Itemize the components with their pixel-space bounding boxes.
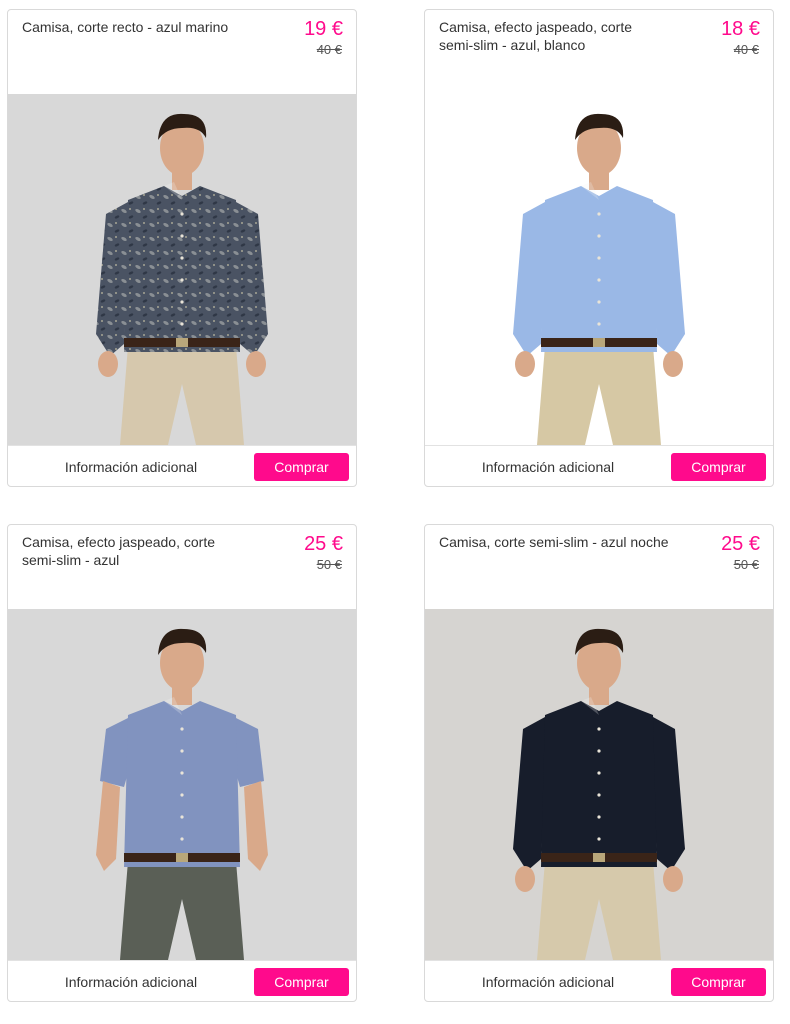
card-header: Camisa, corte recto - azul marino 19 € 4…: [8, 10, 356, 94]
product-title[interactable]: Camisa, corte semi-slim - azul noche: [439, 533, 669, 551]
product-image[interactable]: [8, 609, 356, 960]
more-info-link[interactable]: Información adicional: [8, 458, 254, 476]
model-photo: [425, 94, 773, 445]
card-footer: Información adicional Comprar: [8, 445, 356, 486]
product-image[interactable]: [425, 609, 773, 960]
card-footer: Información adicional Comprar: [8, 960, 356, 1001]
card-header: Camisa, corte semi-slim - azul noche 25 …: [425, 525, 773, 609]
product-card: Camisa, corte recto - azul marino 19 € 4…: [7, 9, 357, 487]
product-price: 19 €: [304, 18, 343, 40]
buy-button[interactable]: Comprar: [671, 453, 766, 481]
more-info-link[interactable]: Información adicional: [425, 973, 671, 991]
buy-button[interactable]: Comprar: [254, 968, 349, 996]
buy-button[interactable]: Comprar: [254, 453, 349, 481]
buy-button[interactable]: Comprar: [671, 968, 766, 996]
card-header: Camisa, efecto jaspeado, corte semi-slim…: [425, 10, 773, 94]
product-image[interactable]: [425, 94, 773, 445]
product-price: 18 €: [721, 18, 760, 40]
model-photo: [8, 609, 356, 960]
model-photo: [8, 94, 356, 445]
product-title[interactable]: Camisa, corte recto - azul marino: [22, 18, 252, 36]
product-old-price: 50 €: [316, 557, 342, 572]
product-title[interactable]: Camisa, efecto jaspeado, corte semi-slim…: [439, 18, 669, 54]
model-photo: [425, 609, 773, 960]
card-footer: Información adicional Comprar: [425, 960, 773, 1001]
product-image[interactable]: [8, 94, 356, 445]
product-old-price: 50 €: [733, 557, 759, 572]
product-old-price: 40 €: [733, 42, 759, 57]
card-footer: Información adicional Comprar: [425, 445, 773, 486]
product-price: 25 €: [721, 533, 760, 555]
product-old-price: 40 €: [316, 42, 342, 57]
more-info-link[interactable]: Información adicional: [425, 458, 671, 476]
product-card: Camisa, corte semi-slim - azul noche 25 …: [424, 524, 774, 1002]
product-card: Camisa, efecto jaspeado, corte semi-slim…: [424, 9, 774, 487]
product-card: Camisa, efecto jaspeado, corte semi-slim…: [7, 524, 357, 1002]
product-title[interactable]: Camisa, efecto jaspeado, corte semi-slim…: [22, 533, 252, 569]
product-price: 25 €: [304, 533, 343, 555]
card-header: Camisa, efecto jaspeado, corte semi-slim…: [8, 525, 356, 609]
more-info-link[interactable]: Información adicional: [8, 973, 254, 991]
